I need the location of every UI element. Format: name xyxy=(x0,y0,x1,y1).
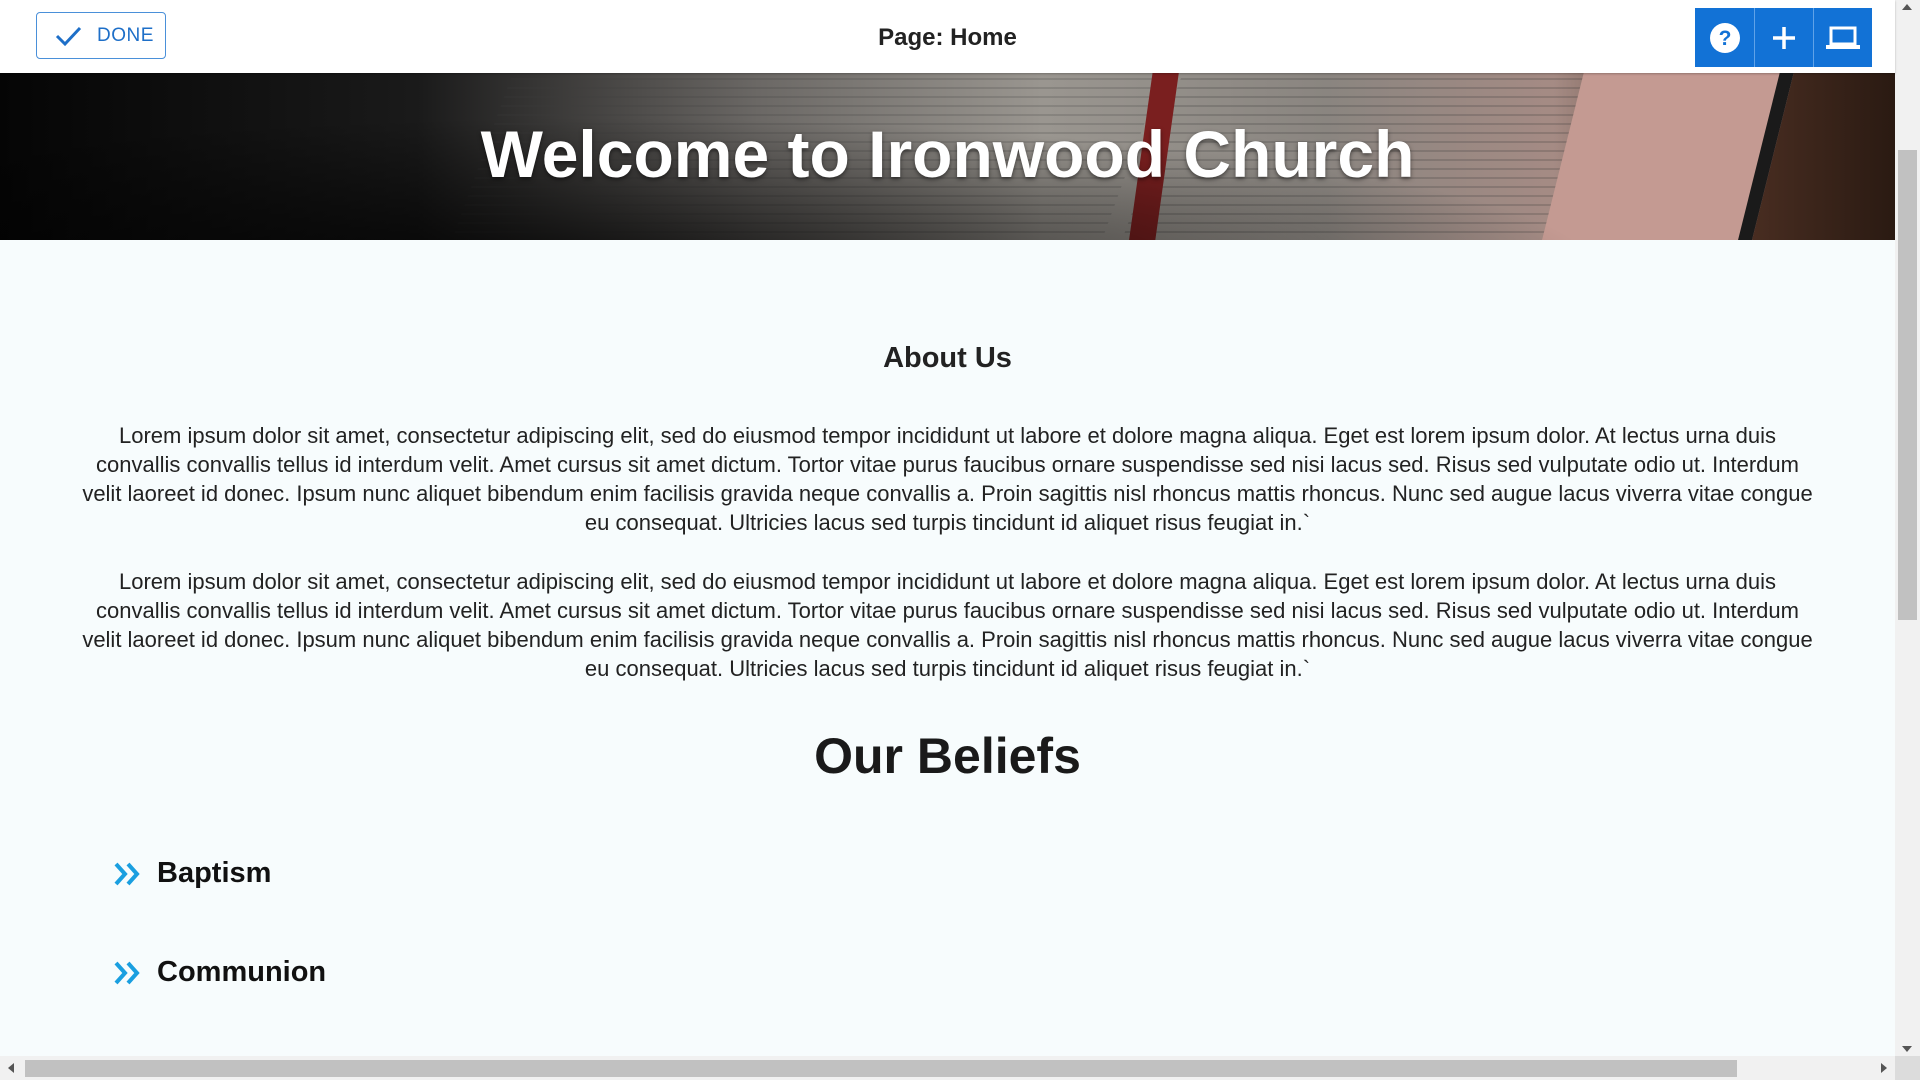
horizontal-scrollbar[interactable] xyxy=(0,1056,1895,1080)
plus-icon xyxy=(1773,26,1795,49)
page-content: About Us Lorem ipsum dolor sit amet, con… xyxy=(0,240,1895,1056)
about-paragraph: Lorem ipsum dolor sit amet, consectetur … xyxy=(82,569,1813,681)
help-icon: ? xyxy=(1709,22,1740,53)
double-chevron-right-icon xyxy=(114,961,140,984)
belief-label: Baptism xyxy=(157,857,272,889)
toolbar-actions: ? xyxy=(1695,8,1872,67)
hero-title: Welcome to Ironwood Church xyxy=(480,117,1415,191)
horizontal-scroll-thumb[interactable] xyxy=(25,1060,1737,1077)
scrollbar-corner xyxy=(1895,1056,1920,1080)
add-button[interactable] xyxy=(1754,8,1813,67)
editor-toolbar: DONE Page: Home ? xyxy=(0,0,1895,73)
about-paragraph: Lorem ipsum dolor sit amet, consectetur … xyxy=(82,423,1813,535)
help-button[interactable]: ? xyxy=(1695,8,1754,67)
scroll-up-arrow-icon[interactable] xyxy=(1902,4,1912,10)
scroll-right-arrow-icon[interactable] xyxy=(1881,1063,1887,1073)
page-title: Page: Home xyxy=(878,24,1017,51)
double-chevron-right-icon xyxy=(114,862,140,885)
svg-text:?: ? xyxy=(1718,27,1731,50)
belief-label: Communion xyxy=(157,956,327,988)
laptop-icon xyxy=(1826,26,1860,49)
vertical-scroll-thumb[interactable] xyxy=(1898,150,1917,620)
beliefs-heading: Our Beliefs xyxy=(814,728,1081,784)
scroll-left-arrow-icon[interactable] xyxy=(8,1063,14,1073)
device-preview-button[interactable] xyxy=(1813,8,1872,67)
vertical-scrollbar[interactable] xyxy=(1895,0,1920,1056)
hero-banner: Welcome to Ironwood Church xyxy=(0,73,1895,240)
about-heading: About Us xyxy=(883,342,1012,374)
scroll-down-arrow-icon[interactable] xyxy=(1902,1046,1912,1052)
belief-item-communion[interactable]: Communion xyxy=(113,956,326,989)
belief-item-baptism[interactable]: Baptism xyxy=(113,857,271,890)
